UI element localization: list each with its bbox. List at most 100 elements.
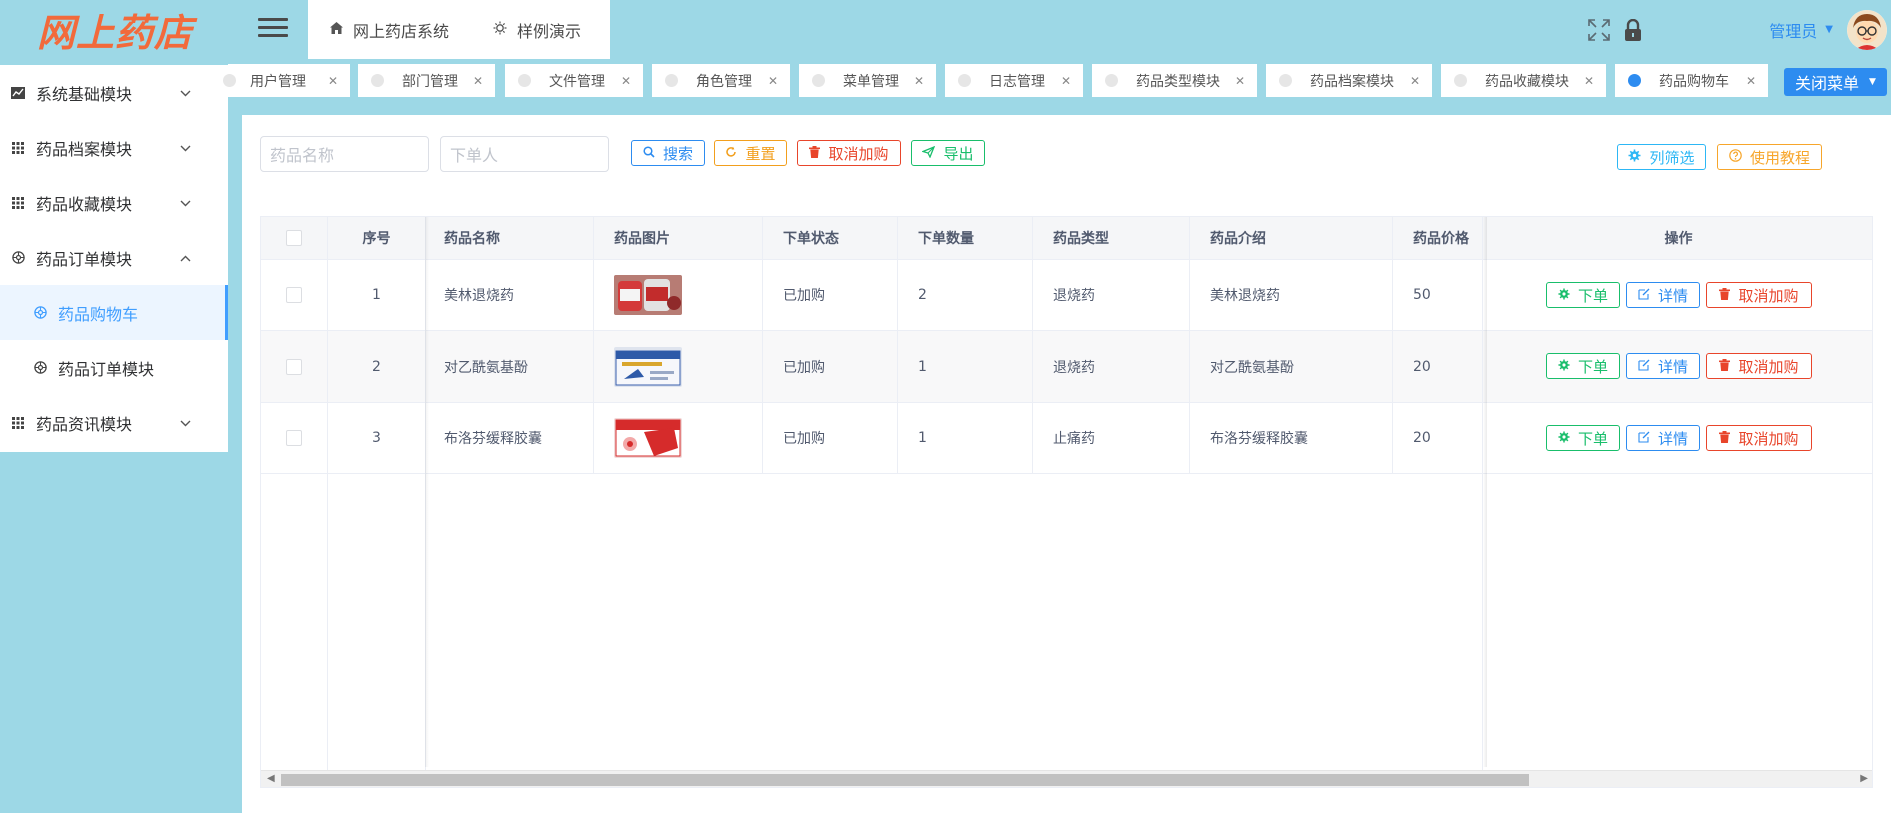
- order-button[interactable]: 下单: [1546, 425, 1620, 451]
- sidebar-item-label: 药品订单模块: [36, 249, 133, 269]
- close-icon[interactable]: ✕: [328, 74, 338, 88]
- gear-icon: [1628, 149, 1641, 165]
- cell-actions: 下单 详情 取消加购: [1483, 403, 1872, 473]
- sidebar-item-drug-favorite[interactable]: 药品收藏模块: [0, 175, 228, 230]
- tab-drug-type[interactable]: 药品类型模块 ✕: [1092, 64, 1257, 97]
- detail-button[interactable]: 详情: [1626, 425, 1700, 451]
- tab-label: 药品购物车: [1659, 73, 1729, 90]
- tab-status-dot: [1105, 74, 1118, 87]
- reset-button[interactable]: 重置: [714, 140, 787, 166]
- tab-status-dot: [1279, 74, 1292, 87]
- scroll-right-icon[interactable]: ▶: [1860, 773, 1868, 784]
- tab-user-manage[interactable]: 用户管理 ✕: [223, 64, 350, 97]
- drug-image[interactable]: [614, 275, 682, 315]
- drug-name-input[interactable]: 药品名称: [260, 136, 429, 172]
- close-icon[interactable]: ✕: [473, 74, 483, 88]
- close-icon[interactable]: ✕: [621, 74, 631, 88]
- sidebar-item-drug-order-sub[interactable]: 药品订单模块: [0, 340, 228, 395]
- row-checkbox[interactable]: [286, 430, 302, 446]
- cell-drug-image: [594, 403, 763, 473]
- horizontal-scrollbar[interactable]: ◀ ▶: [261, 770, 1872, 787]
- edit-icon: [1638, 429, 1650, 447]
- sidebar-item-drug-order[interactable]: 药品订单模块: [0, 230, 228, 285]
- search-icon: [643, 145, 655, 161]
- scroll-left-icon[interactable]: ◀: [267, 773, 275, 784]
- export-button[interactable]: 导出: [911, 140, 985, 166]
- close-icon[interactable]: ✕: [1584, 74, 1594, 88]
- order-button[interactable]: 下单: [1546, 282, 1620, 308]
- row-checkbox[interactable]: [286, 358, 302, 375]
- orderer-input[interactable]: 下单人: [440, 136, 609, 172]
- detail-button-label: 详情: [1657, 286, 1688, 305]
- cell-drug-type: 退烧药: [1033, 260, 1190, 330]
- detail-button[interactable]: 详情: [1626, 282, 1700, 308]
- sidebar-item-label: 药品档案模块: [36, 139, 133, 159]
- aperture-icon: [32, 361, 48, 374]
- tab-menu-manage[interactable]: 菜单管理 ✕: [799, 64, 936, 97]
- detail-button[interactable]: 详情: [1626, 353, 1700, 379]
- lock-icon[interactable]: [1619, 16, 1647, 44]
- close-icon[interactable]: ✕: [1235, 74, 1245, 88]
- top-header: 网上药店 网上药店系统 样例演示 管理员 ▼: [0, 0, 1891, 59]
- trash-icon: [809, 145, 821, 161]
- tab-status-dot: [518, 74, 531, 87]
- close-icon[interactable]: ✕: [768, 74, 778, 88]
- close-menu-button[interactable]: 关闭菜单 ▼: [1784, 68, 1887, 96]
- cell-drug-price: 20: [1393, 331, 1483, 402]
- tab-role-manage[interactable]: 角色管理 ✕: [652, 64, 790, 97]
- close-icon[interactable]: ✕: [1410, 74, 1420, 88]
- order-button-label: 下单: [1577, 357, 1608, 376]
- trash-icon: [1719, 357, 1731, 375]
- cancel-cart-button[interactable]: 取消加购: [797, 140, 901, 166]
- select-all-checkbox[interactable]: [286, 230, 302, 246]
- sidebar-item-drug-news[interactable]: 药品资讯模块: [0, 395, 228, 450]
- cancel-cart-row-button[interactable]: 取消加购: [1706, 425, 1812, 451]
- gear-icon: [1558, 357, 1570, 375]
- top-nav-demo-label: 样例演示: [517, 21, 582, 41]
- tutorial-button[interactable]: 使用教程: [1717, 144, 1822, 170]
- tab-drug-archive[interactable]: 药品档案模块 ✕: [1266, 64, 1432, 97]
- tab-log-manage[interactable]: 日志管理 ✕: [945, 64, 1083, 97]
- tab-label: 角色管理: [696, 73, 752, 90]
- user-menu[interactable]: 管理员 ▼: [1769, 18, 1833, 42]
- cell-drug-image: [594, 260, 763, 330]
- tab-status-dot: [665, 74, 678, 87]
- close-icon[interactable]: ✕: [914, 74, 924, 88]
- order-button-label: 下单: [1577, 429, 1608, 448]
- cell-order-qty: 2: [898, 260, 1033, 330]
- search-button[interactable]: 搜索: [631, 140, 705, 166]
- column-header: 下单状态: [763, 217, 898, 259]
- cancel-cart-row-button[interactable]: 取消加购: [1706, 282, 1812, 308]
- scrollbar-thumb[interactable]: [281, 774, 1529, 786]
- order-button-label: 下单: [1577, 286, 1608, 305]
- row-checkbox[interactable]: [286, 287, 302, 303]
- drug-name-placeholder: 药品名称: [270, 146, 335, 165]
- order-button[interactable]: 下单: [1546, 353, 1620, 379]
- tab-file-manage[interactable]: 文件管理 ✕: [505, 64, 643, 97]
- close-icon[interactable]: ✕: [1061, 74, 1071, 88]
- tab-drug-cart[interactable]: 药品购物车 ✕: [1615, 64, 1768, 97]
- tab-status-dot: [1628, 74, 1641, 87]
- sidebar-item-label: 药品购物车: [58, 304, 139, 324]
- cell-index: 1: [328, 260, 426, 330]
- close-icon[interactable]: ✕: [1746, 74, 1756, 88]
- drug-image[interactable]: [614, 346, 682, 387]
- sidebar-item-drug-archive[interactable]: 药品档案模块: [0, 120, 228, 175]
- cancel-cart-row-button[interactable]: 取消加购: [1706, 353, 1812, 379]
- hamburger-menu-icon[interactable]: [258, 14, 288, 44]
- drug-image[interactable]: [614, 418, 682, 458]
- tab-label: 药品类型模块: [1136, 73, 1220, 90]
- sidebar-item-drug-cart[interactable]: 药品购物车: [0, 285, 228, 340]
- tab-drug-favorite[interactable]: 药品收藏模块 ✕: [1441, 64, 1606, 97]
- avatar[interactable]: [1847, 9, 1887, 50]
- tab-dept-manage[interactable]: 部门管理 ✕: [358, 64, 495, 97]
- column-filter-button[interactable]: 列筛选: [1617, 144, 1706, 170]
- top-nav-demo[interactable]: 样例演示: [471, 0, 603, 59]
- home-icon: [330, 21, 343, 38]
- fullscreen-icon[interactable]: [1585, 16, 1613, 44]
- app-logo[interactable]: 网上药店: [0, 0, 230, 59]
- sidebar-item-system-base[interactable]: 系统基础模块: [0, 65, 228, 120]
- top-nav-home[interactable]: 网上药店系统: [308, 0, 471, 59]
- gear-icon: [1558, 286, 1570, 304]
- column-header: 药品介绍: [1190, 217, 1393, 259]
